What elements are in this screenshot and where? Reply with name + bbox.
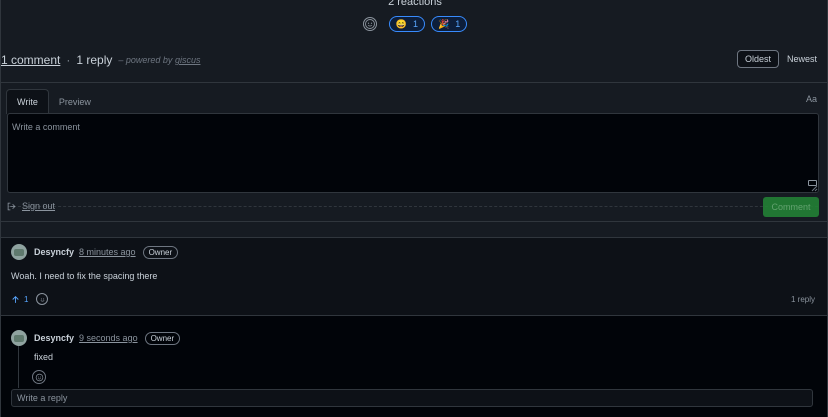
reactions-count: 2 reactions bbox=[388, 0, 442, 8]
sign-out-icon bbox=[7, 202, 16, 210]
giscus-frame: 2 reactions 😄 1 🎉 1 1 comment · 1 reply … bbox=[0, 0, 828, 417]
reaction-tada-button[interactable]: 🎉 1 bbox=[431, 16, 468, 32]
comment-textarea[interactable]: Write a comment bbox=[7, 113, 819, 207]
textarea-divider bbox=[8, 206, 818, 207]
powered-by: – powered by giscus bbox=[118, 55, 200, 65]
avatar[interactable] bbox=[11, 244, 27, 260]
arrow-up-icon bbox=[12, 295, 19, 303]
discussion-summary: 1 comment · 1 reply – powered by giscus bbox=[1, 52, 827, 68]
reaction-smile-button[interactable]: 😄 1 bbox=[388, 16, 425, 32]
giscus-link[interactable]: giscus bbox=[175, 55, 201, 65]
reply-body: fixed bbox=[34, 352, 54, 362]
tab-write[interactable]: Write bbox=[6, 89, 49, 114]
editor-tabs: Write Preview bbox=[6, 89, 101, 114]
comment-body: Woah. I need to fix the spacing there bbox=[11, 271, 158, 281]
reply-placeholder: Write a reply bbox=[17, 393, 68, 403]
avatar[interactable] bbox=[11, 330, 27, 346]
reply-input[interactable]: Write a reply bbox=[11, 389, 813, 407]
sort-toggle: Oldest Newest bbox=[736, 50, 825, 68]
reply-author[interactable]: Desyncfy bbox=[34, 333, 74, 343]
reply-timestamp[interactable]: 9 seconds ago bbox=[79, 333, 138, 343]
comment-card: Desyncfy 8 minutes ago Owner Woah. I nee… bbox=[1, 237, 827, 417]
upvote-count: 1 bbox=[24, 294, 29, 304]
markdown-icon bbox=[808, 180, 817, 186]
comment-submit-button[interactable]: Comment bbox=[763, 197, 819, 217]
sign-out-label: Sign out bbox=[22, 201, 56, 211]
owner-badge: Owner bbox=[144, 331, 181, 345]
comment-actions: 1 bbox=[11, 293, 49, 305]
font-toggle-button[interactable]: Aa bbox=[806, 94, 817, 104]
comment-editor: Write Preview Aa Write a comment Sign ou… bbox=[1, 82, 827, 222]
tab-preview[interactable]: Preview bbox=[49, 89, 101, 114]
reply-header: Desyncfy 9 seconds ago Owner bbox=[11, 330, 181, 346]
replies-count: 1 reply bbox=[76, 53, 113, 67]
sort-newest-button[interactable]: Newest bbox=[779, 50, 825, 68]
tada-emoji-icon: 🎉 bbox=[438, 18, 450, 29]
add-reaction-icon[interactable] bbox=[362, 17, 377, 31]
reaction-count: 1 bbox=[455, 19, 461, 29]
owner-badge: Owner bbox=[142, 245, 179, 259]
upvote-button[interactable]: 1 bbox=[11, 295, 28, 304]
replies-section: Desyncfy 9 seconds ago Owner fixed Write… bbox=[1, 315, 827, 417]
sort-oldest-button[interactable]: Oldest bbox=[736, 50, 779, 68]
comment-placeholder: Write a comment bbox=[12, 122, 80, 132]
comment-author[interactable]: Desyncfy bbox=[34, 247, 74, 257]
comment-timestamp[interactable]: 8 minutes ago bbox=[79, 247, 136, 257]
sign-out-button[interactable]: Sign out bbox=[7, 201, 55, 211]
comment-header: Desyncfy 8 minutes ago Owner bbox=[11, 244, 179, 260]
add-reaction-icon[interactable] bbox=[32, 370, 46, 384]
powered-prefix: – powered by bbox=[118, 55, 173, 65]
comments-count-link[interactable]: 1 comment bbox=[1, 53, 60, 67]
thread-line bbox=[18, 340, 19, 388]
add-reaction-icon[interactable] bbox=[36, 293, 49, 305]
smile-emoji-icon: 😄 bbox=[395, 18, 407, 29]
reaction-count: 1 bbox=[412, 19, 418, 29]
reply-count: 1 reply bbox=[790, 295, 815, 304]
reactions-row: 😄 1 🎉 1 bbox=[1, 16, 828, 32]
separator: · bbox=[66, 53, 71, 67]
